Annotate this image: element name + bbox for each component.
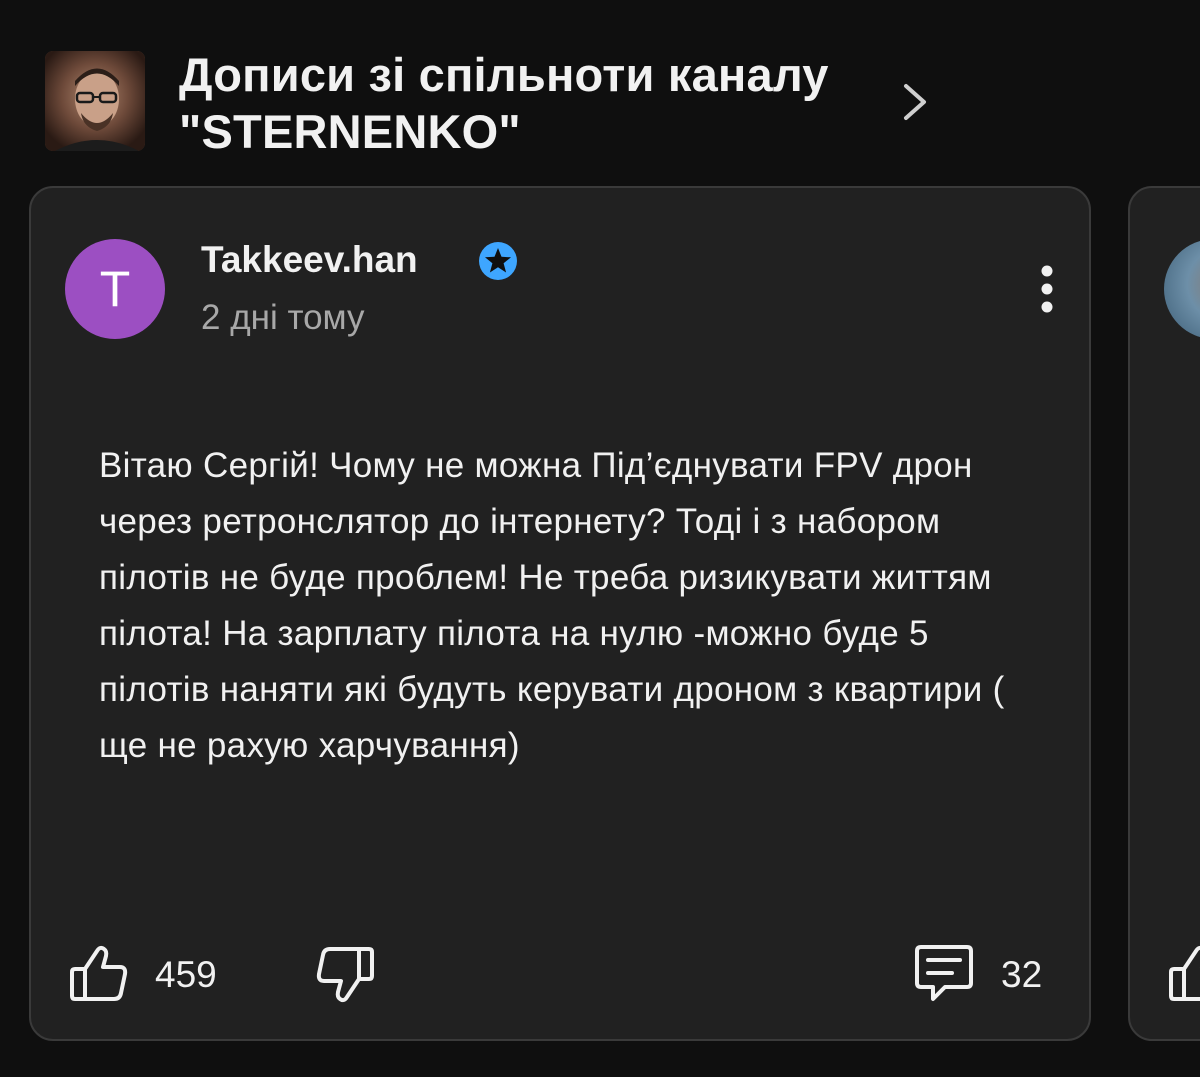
comment-count: 32	[1001, 954, 1043, 995]
verified-badge-icon	[479, 242, 517, 280]
more-options-icon[interactable]	[1027, 264, 1067, 314]
community-posts-screen: Дописи зі спільноти каналу "STERNENKO" T…	[0, 0, 1200, 1077]
dislike-icon[interactable]	[315, 943, 375, 1005]
section-title: Дописи зі спільноти каналу "STERNENKO"	[179, 48, 829, 158]
like-icon[interactable]	[69, 943, 129, 1005]
next-post-author-avatar[interactable]	[1164, 239, 1200, 339]
next-post-card[interactable]	[1128, 186, 1200, 1041]
post-action-bar: 459 32	[69, 943, 1059, 1007]
chevron-right-icon[interactable]	[898, 80, 932, 124]
community-post-card[interactable]: T Takkeev.han 2 дні тому Вітаю Сергій! Ч…	[29, 186, 1091, 1041]
channel-avatar-image	[45, 51, 145, 151]
like-count: 459	[155, 954, 217, 995]
post-text: Вітаю Сергій! Чому не можна Під’єднувати…	[99, 446, 1005, 765]
community-posts-header[interactable]: Дописи зі спільноти каналу "STERNENKO"	[45, 44, 945, 159]
next-post-like-icon[interactable]	[1168, 943, 1200, 1005]
post-timestamp: 2 дні тому	[201, 298, 365, 337]
channel-avatar	[45, 51, 145, 151]
author-avatar[interactable]: T	[65, 239, 165, 339]
author-name[interactable]: Takkeev.han	[201, 238, 418, 282]
comment-icon[interactable]	[913, 943, 975, 1005]
